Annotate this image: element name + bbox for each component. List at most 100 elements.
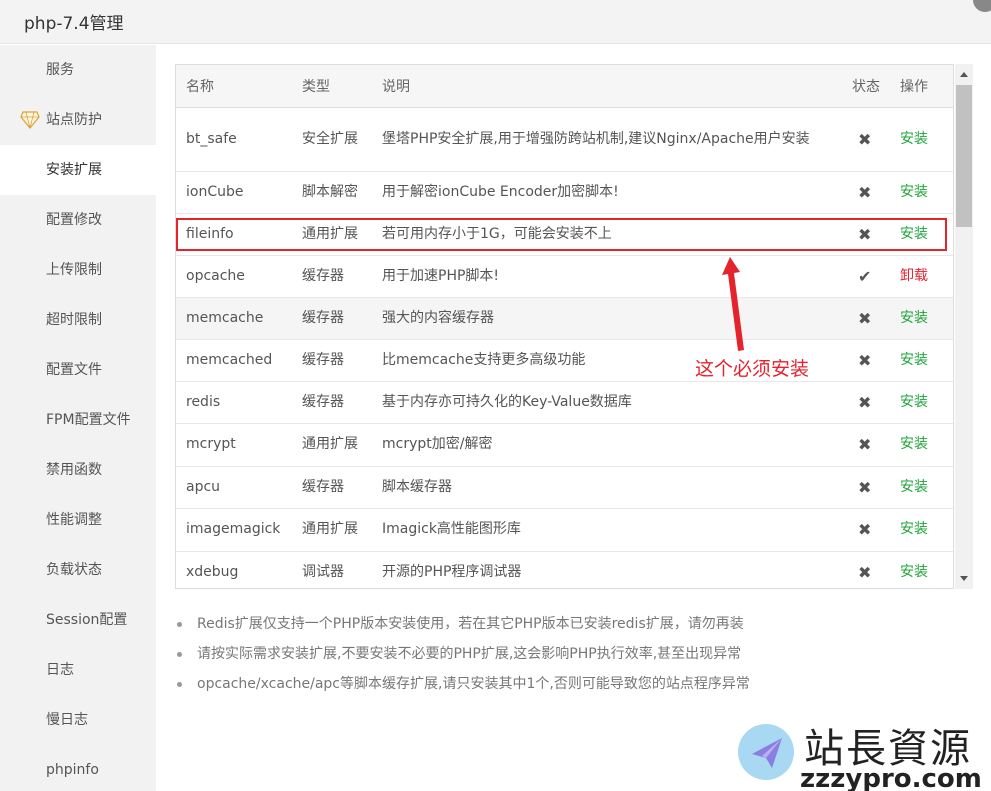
annotation-arrow-icon (722, 257, 744, 351)
install-button[interactable]: 安装 (900, 564, 928, 580)
sidebar-item-upload-limit[interactable]: 上传限制 (0, 245, 156, 295)
list-item: Redis扩展仅支持一个PHP版本安装使用，若在其它PHP版本已安装redis扩… (175, 612, 955, 642)
table-row: apcu 缓存器 脚本缓存器 ✖ 安装 (176, 466, 953, 509)
bullet-icon (177, 652, 182, 657)
cross-icon: ✖ (842, 381, 890, 424)
sidebar-item-fpm-config[interactable]: FPM配置文件 (0, 395, 156, 445)
table-row: mcrypt 通用扩展 mcrypt加密/解密 ✖ 安装 (176, 423, 953, 467)
install-button[interactable]: 安装 (900, 226, 928, 242)
scrollbar-thumb[interactable] (956, 85, 972, 227)
sidebar-item-session[interactable]: Session配置 (0, 595, 156, 645)
ext-type: 缓存器 (292, 255, 372, 298)
install-button[interactable]: 安装 (900, 479, 928, 495)
ext-name: memcached (176, 339, 292, 382)
sidebar-item-install-extensions[interactable]: 安装扩展 (0, 145, 156, 195)
scroll-up-icon[interactable] (960, 72, 968, 77)
list-item: 请按实际需求安装扩展,不要安装不必要的PHP扩展,这会影响PHP执行效率,甚至出… (175, 642, 955, 672)
table-row: imagemagick 通用扩展 Imagick高性能图形库 ✖ 安装 (176, 508, 953, 552)
sidebar-item-slow-log[interactable]: 慢日志 (0, 695, 156, 745)
table-row: ionCube 脚本解密 用于解密ionCube Encoder加密脚本! ✖ … (176, 171, 953, 214)
uninstall-button[interactable]: 卸载 (900, 268, 928, 284)
bullet-icon (177, 682, 182, 687)
paper-plane-icon (738, 724, 794, 780)
ext-type: 安全扩展 (292, 107, 372, 172)
ext-desc: 脚本缓存器 (372, 466, 842, 509)
table-scrollbar[interactable] (955, 64, 973, 589)
header-status: 状态 (842, 65, 890, 108)
ext-type: 脚本解密 (292, 171, 372, 214)
cross-icon: ✖ (842, 213, 890, 256)
close-button[interactable] (973, 0, 991, 12)
extensions-table: 名称 类型 说明 状态 操作 bt_safe 安全扩展 堡塔PHP安全扩展,用于… (176, 65, 953, 588)
table-row: memcached 缓存器 比memcache支持更多高级功能 ✖ 安装 (176, 339, 953, 382)
ext-type: 通用扩展 (292, 423, 372, 467)
install-button[interactable]: 安装 (900, 436, 928, 452)
ext-name: apcu (176, 466, 292, 509)
ext-desc: 堡塔PHP安全扩展,用于增强防跨站机制,建议Nginx/Apache用户安装 (372, 107, 842, 172)
sidebar-item-timeout-limit[interactable]: 超时限制 (0, 295, 156, 345)
install-button[interactable]: 安装 (900, 131, 928, 147)
sidebar-item-service[interactable]: 服务 (0, 45, 156, 95)
window-titlebar: php-7.4管理 (0, 0, 991, 44)
ext-type: 通用扩展 (292, 508, 372, 552)
install-button[interactable]: 安装 (900, 184, 928, 200)
ext-name: imagemagick (176, 508, 292, 552)
install-button[interactable]: 安装 (900, 310, 928, 326)
sidebar-item-load-status[interactable]: 负载状态 (0, 545, 156, 595)
table-row: fileinfo 通用扩展 若可用内存小于1G，可能会安装不上 ✖ 安装 (176, 213, 953, 256)
ext-type: 缓存器 (292, 466, 372, 509)
table-header-row: 名称 类型 说明 状态 操作 (176, 65, 953, 108)
cross-icon: ✖ (842, 423, 890, 467)
ext-desc: 若可用内存小于1G，可能会安装不上 (372, 213, 842, 256)
sidebar-item-config-edit[interactable]: 配置修改 (0, 195, 156, 245)
scroll-down-icon[interactable] (960, 576, 968, 581)
watermark: 站長資源 zzzypro.com (738, 716, 988, 791)
cross-icon: ✖ (842, 339, 890, 382)
ext-desc: 基于内存亦可持久化的Key-Value数据库 (372, 381, 842, 424)
ext-name: fileinfo (176, 213, 292, 256)
watermark-url: zzzypro.com (800, 764, 982, 791)
ext-type: 缓存器 (292, 381, 372, 424)
ext-desc: 用于加速PHP脚本! (372, 255, 842, 298)
header-name: 名称 (176, 65, 292, 108)
ext-name: bt_safe (176, 107, 292, 172)
sidebar-item-log[interactable]: 日志 (0, 645, 156, 695)
header-action: 操作 (890, 65, 953, 108)
ext-type: 缓存器 (292, 339, 372, 382)
window-title: php-7.4管理 (24, 14, 124, 34)
header-type: 类型 (292, 65, 372, 108)
check-icon: ✔ (842, 255, 890, 298)
ext-desc: 用于解密ionCube Encoder加密脚本! (372, 171, 842, 214)
cross-icon: ✖ (842, 297, 890, 340)
table-row: bt_safe 安全扩展 堡塔PHP安全扩展,用于增强防跨站机制,建议Nginx… (176, 107, 953, 172)
sidebar-item-performance[interactable]: 性能调整 (0, 495, 156, 545)
ext-desc: mcrypt加密/解密 (372, 423, 842, 467)
tips-list: Redis扩展仅支持一个PHP版本安装使用，若在其它PHP版本已安装redis扩… (175, 612, 955, 702)
ext-name: ionCube (176, 171, 292, 214)
table-row: redis 缓存器 基于内存亦可持久化的Key-Value数据库 ✖ 安装 (176, 381, 953, 424)
list-item: opcache/xcache/apc等脚本缓存扩展,请只安装其中1个,否则可能导… (175, 672, 955, 702)
ext-name: xdebug (176, 551, 292, 588)
ext-type: 通用扩展 (292, 213, 372, 256)
ext-name: memcache (176, 297, 292, 340)
sidebar-item-phpinfo[interactable]: phpinfo (0, 745, 156, 791)
ext-desc: Imagick高性能图形库 (372, 508, 842, 552)
ext-desc: 强大的内容缓存器 (372, 297, 842, 340)
table-row: memcache 缓存器 强大的内容缓存器 ✖ 安装 (176, 297, 953, 340)
cross-icon: ✖ (842, 107, 890, 172)
ext-name: mcrypt (176, 423, 292, 467)
ext-type: 调试器 (292, 551, 372, 588)
install-button[interactable]: 安装 (900, 394, 928, 410)
ext-name: redis (176, 381, 292, 424)
cross-icon: ✖ (842, 508, 890, 552)
sidebar-item-config-file[interactable]: 配置文件 (0, 345, 156, 395)
sidebar: 服务 站点防护 安装扩展 配置修改 上传限制 超时限制 配置文件 FPM配置文件… (0, 45, 156, 791)
install-button[interactable]: 安装 (900, 352, 928, 368)
sidebar-item-site-protection[interactable]: 站点防护 (0, 95, 156, 145)
ext-desc: 开源的PHP程序调试器 (372, 551, 842, 588)
sidebar-item-disabled-functions[interactable]: 禁用函数 (0, 445, 156, 495)
diamond-icon (20, 111, 40, 129)
bullet-icon (177, 622, 182, 627)
cross-icon: ✖ (842, 466, 890, 509)
install-button[interactable]: 安装 (900, 521, 928, 537)
